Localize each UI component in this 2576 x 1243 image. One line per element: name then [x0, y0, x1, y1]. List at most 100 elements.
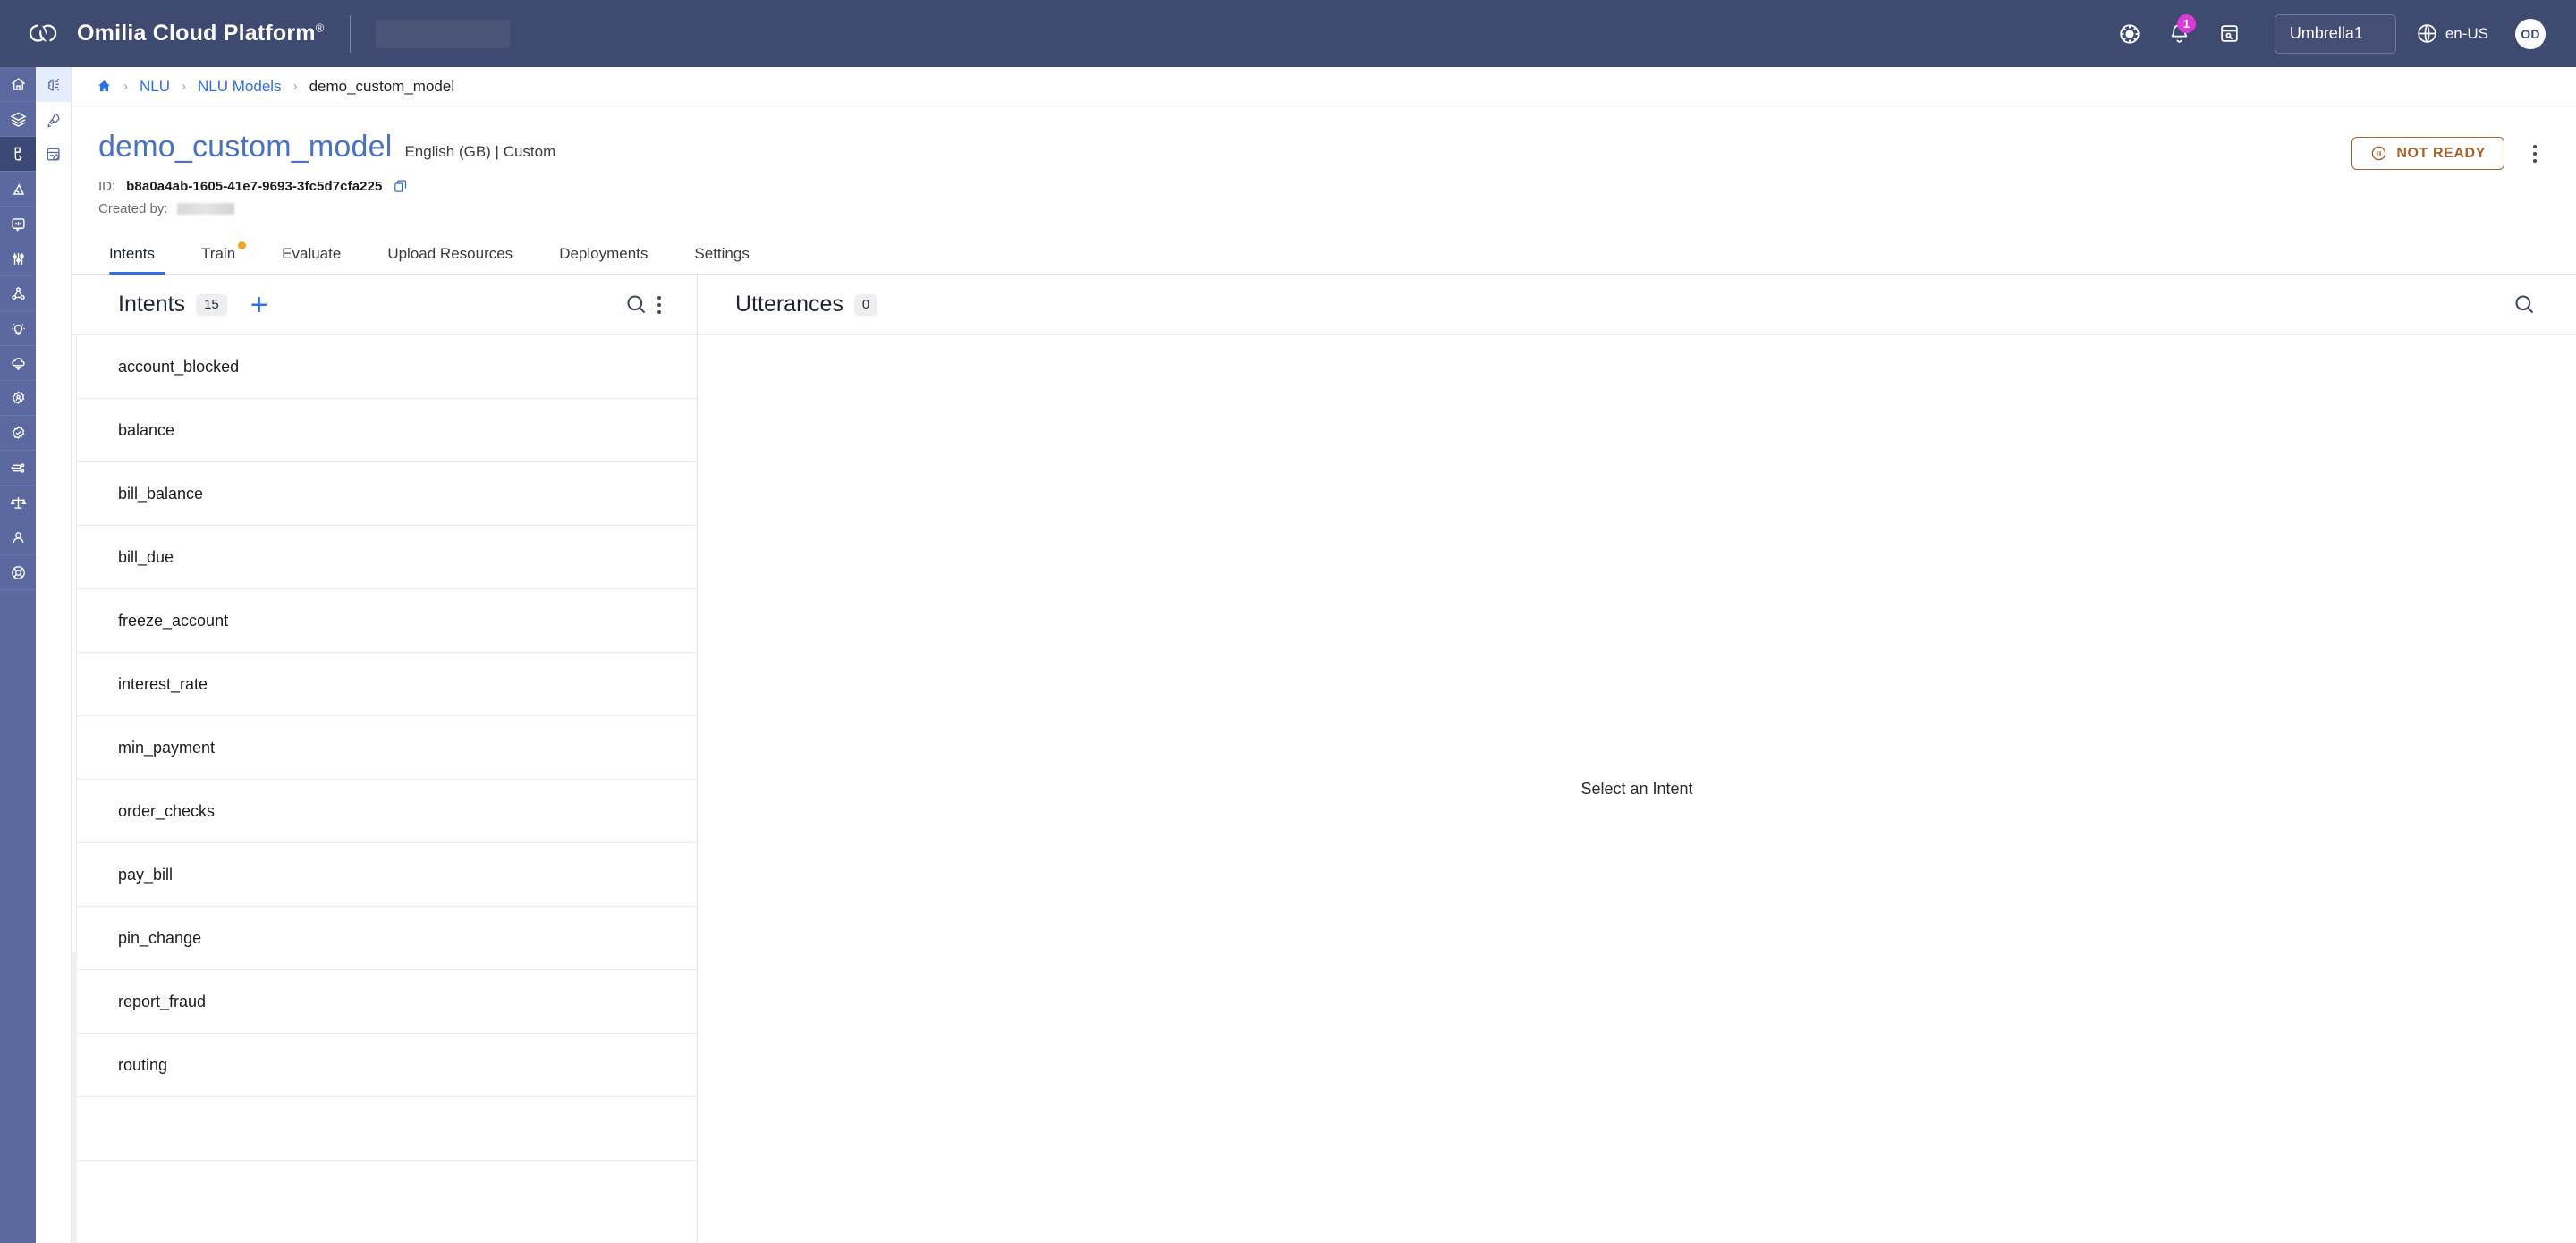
model-id-label: ID: [98, 179, 116, 194]
tab-settings[interactable]: Settings [671, 236, 772, 274]
language-label: en-US [2445, 24, 2488, 42]
intent-label: order_checks [118, 801, 216, 820]
sidebar-item-voice-biometrics[interactable] [0, 207, 36, 241]
list-item[interactable]: bill_due [72, 526, 697, 589]
sidebar-item-cloud[interactable] [0, 346, 36, 381]
user-badge-icon [12, 390, 24, 404]
page-title-meta: English (GB) | Custom [404, 143, 556, 160]
brand-name: Omilia Cloud Platform® [77, 21, 325, 46]
list-item[interactable]: pin_change [72, 907, 697, 970]
breadcrumb-item-nlu-models[interactable]: NLU Models [198, 78, 282, 96]
breadcrumb-item-nlu[interactable]: NLU [140, 78, 170, 96]
circuit-chip-icon [11, 462, 24, 473]
subrail-item-deployments[interactable] [36, 102, 71, 137]
list-item[interactable]: report_fraud [72, 970, 697, 1034]
created-by-value [176, 203, 234, 215]
top-header: Omilia Cloud Platform® 1 Umbrella1 en-US… [0, 0, 2576, 67]
utterances-empty-state: Select an Intent [698, 335, 2576, 1243]
breadcrumb-separator: › [123, 79, 128, 94]
created-by-label: Created by: [98, 201, 168, 216]
omilia-cloud-logo-icon [29, 23, 57, 42]
list-item[interactable]: freeze_account [72, 589, 697, 653]
tab-status-dot [238, 241, 247, 249]
tab-upload-resources[interactable]: Upload Resources [364, 236, 536, 274]
list-item[interactable]: interest_rate [72, 653, 697, 716]
home-icon [11, 77, 25, 90]
sidebar-item-users[interactable] [0, 520, 36, 555]
sidebar-item-support[interactable] [0, 555, 36, 590]
sidebar-item-graph[interactable] [0, 276, 36, 311]
list-item[interactable]: routing [72, 1034, 697, 1097]
page-header-left: demo_custom_model English (GB) | Custom … [98, 130, 2351, 216]
subrail-item-annotations[interactable] [36, 137, 71, 172]
page-menu-icon[interactable] [2524, 138, 2546, 170]
phone-flow-icon [14, 147, 22, 161]
sidebar-item-home[interactable] [0, 67, 36, 102]
tab-evaluate[interactable]: Evaluate [258, 236, 364, 274]
header-divider [349, 14, 351, 53]
tab-train[interactable]: Train [178, 236, 258, 274]
utterances-panel-header: Utterances 0 [698, 275, 2576, 335]
list-item[interactable] [72, 1097, 697, 1161]
add-intent-button[interactable]: + [250, 290, 268, 320]
list-item[interactable]: pay_bill [72, 843, 697, 907]
page-title-line: demo_custom_model English (GB) | Custom [98, 130, 2351, 165]
main-content: › NLU › NLU Models › demo_custom_model d… [72, 67, 2576, 1243]
intent-label: routing [118, 1055, 168, 1074]
brand[interactable]: Omilia Cloud Platform® [27, 21, 325, 47]
subrail-item-nlu-models[interactable] [36, 67, 71, 102]
intents-search-icon[interactable] [624, 292, 648, 317]
intent-label: pin_change [118, 928, 202, 947]
list-item[interactable]: min_payment [72, 716, 697, 780]
sidebar-item-tuning[interactable] [0, 241, 36, 276]
sidebar-item-insights[interactable] [0, 311, 36, 346]
person-icon [13, 531, 23, 543]
list-item[interactable]: balance [72, 399, 697, 462]
list-item[interactable]: order_checks [72, 780, 697, 843]
sidebar-item-verification[interactable] [0, 416, 36, 451]
sidebar-item-identity[interactable] [0, 381, 36, 416]
breadcrumb-separator: › [292, 79, 298, 94]
intent-label: bill_balance [118, 484, 204, 503]
tenant-selector[interactable]: Umbrella1 [2274, 13, 2396, 54]
notes-edit-icon[interactable] [2205, 9, 2255, 59]
network-nodes-icon [11, 286, 25, 300]
breadcrumb-home-icon[interactable] [97, 79, 112, 94]
tenant-label: Umbrella1 [2289, 24, 2363, 42]
tab-label: Intents [109, 245, 156, 262]
intent-label: account_blocked [118, 357, 240, 376]
intents-menu-icon[interactable] [648, 289, 670, 321]
intents-scrollbar-track[interactable] [72, 335, 77, 1243]
intent-label: report_fraud [118, 992, 207, 1010]
utterances-count: 0 [853, 293, 878, 316]
sidebar-item-compliance[interactable] [0, 486, 36, 520]
secondary-sidebar [36, 67, 72, 1243]
tab-label: Deployments [559, 245, 648, 262]
created-by-row: Created by: [98, 201, 2351, 216]
intent-label: bill_due [118, 547, 174, 566]
intents-scrollbar-thumb[interactable] [72, 335, 77, 952]
tab-deployments[interactable]: Deployments [536, 236, 671, 274]
lifebuoy-icon [11, 565, 25, 579]
sidebar-item-call-flows[interactable] [0, 137, 36, 172]
utterances-search-icon[interactable] [2512, 292, 2537, 317]
header-redacted-field [375, 19, 510, 48]
sidebar-item-layers[interactable] [0, 102, 36, 137]
sidebar-item-analytics[interactable] [0, 172, 36, 207]
notifications-bell-icon[interactable]: 1 [2155, 9, 2205, 59]
avatar[interactable]: OD [2515, 18, 2546, 49]
list-item[interactable]: account_blocked [72, 335, 697, 399]
theme-settings-icon[interactable] [2105, 9, 2155, 59]
list-item[interactable]: bill_balance [72, 462, 697, 526]
status-badge[interactable]: NOT READY [2351, 137, 2504, 170]
copy-icon[interactable] [393, 179, 408, 194]
notification-badge: 1 [2176, 13, 2196, 33]
lightbulb-icon [11, 323, 25, 335]
intents-list[interactable]: account_blocked balance bill_balance bil… [72, 335, 697, 1243]
tab-label: Evaluate [282, 245, 342, 262]
language-selector[interactable]: en-US [2416, 22, 2488, 45]
tab-intents[interactable]: Intents [98, 236, 178, 275]
breadcrumb: › NLU › NLU Models › demo_custom_model [72, 67, 2576, 106]
sidebar-item-integrations[interactable] [0, 451, 36, 486]
tab-label: Train [201, 245, 236, 262]
